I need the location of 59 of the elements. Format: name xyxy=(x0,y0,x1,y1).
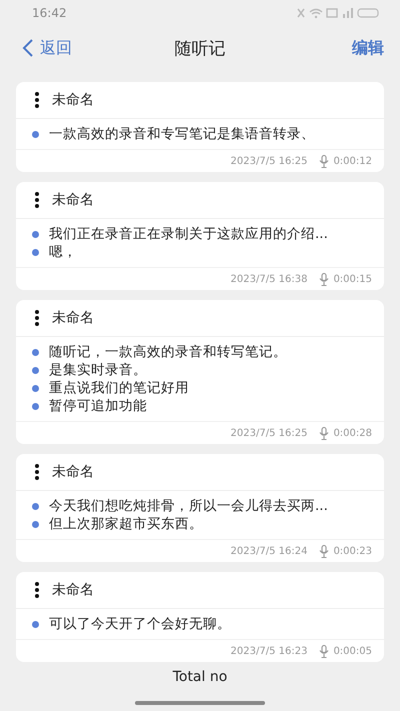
note-title: 未命名 xyxy=(52,91,94,109)
note-line: 嗯， xyxy=(49,243,77,261)
note-card[interactable]: 未命名 可以了今天开了个会好无聊。 2023/7/5 16:23 0:00:05 xyxy=(16,572,384,662)
edit-button[interactable]: 编辑 xyxy=(352,38,384,58)
note-card[interactable]: 未命名 今天我们想吃炖排骨，所以一会儿得去买两... 但上次那家超市买东西。 2023/7/5 16:24 0:00:23 xyxy=(16,454,384,562)
microphone-icon xyxy=(319,426,330,440)
note-title: 未命名 xyxy=(52,191,94,209)
note-line: 可以了今天开了个会好无聊。 xyxy=(49,615,231,633)
status-time: 16:42 xyxy=(32,6,67,20)
note-card[interactable]: 未命名 我们正在录音正在录制关于这款应用的介绍... 嗯， 2023/7/5 16:38 0:00:15 xyxy=(16,182,384,290)
microphone-icon xyxy=(319,272,330,286)
bullet-icon xyxy=(32,520,39,528)
total-notes-text: Total no xyxy=(172,669,228,687)
note-line: 但上次那家超市买东西。 xyxy=(49,515,203,533)
note-duration: 0:00:28 xyxy=(333,428,372,438)
note-line: 重点说我们的笔记好用 xyxy=(49,379,189,397)
microphone-icon xyxy=(319,644,330,658)
note-duration: 0:00:23 xyxy=(333,546,372,556)
note-line: 随听记，一款高效的录音和转写笔记。 xyxy=(49,343,287,361)
note-duration: 0:00:05 xyxy=(333,646,372,656)
more-icon[interactable] xyxy=(34,581,40,599)
more-icon[interactable] xyxy=(34,463,40,481)
note-date: 2023/7/5 16:23 xyxy=(230,646,308,656)
chevron-left-icon xyxy=(22,38,34,58)
battery-icon xyxy=(357,8,379,18)
note-date: 2023/7/5 16:25 xyxy=(230,156,308,166)
signal-icon xyxy=(343,8,353,18)
bullet-icon xyxy=(32,230,39,238)
bullet-icon xyxy=(32,502,39,510)
bullet-icon xyxy=(32,366,39,374)
microphone-icon xyxy=(319,544,330,558)
note-line: 一款高效的录音和专写笔记是集语音转录、 xyxy=(49,125,315,143)
bullet-icon xyxy=(32,348,39,356)
bullet-icon xyxy=(32,130,39,138)
bullet-icon xyxy=(32,384,39,392)
note-line: 我们正在录音正在录制关于这款应用的介绍... xyxy=(49,225,328,243)
more-icon[interactable] xyxy=(34,309,40,327)
note-card[interactable]: 未命名 随听记，一款高效的录音和转写笔记。 是集实时录音。 重点说我们的笔记好用 暂停可追加功能 2023/7/5 16:25 0:00:28 xyxy=(16,300,384,444)
note-title: 未命名 xyxy=(52,309,94,327)
microphone-icon xyxy=(319,154,330,168)
more-icon[interactable] xyxy=(34,191,40,209)
note-title: 未命名 xyxy=(52,463,94,481)
note-duration: 0:00:15 xyxy=(333,274,372,284)
more-icon[interactable] xyxy=(34,91,40,109)
bullet-icon xyxy=(32,248,39,256)
note-line: 今天我们想吃炖排骨，所以一会儿得去买两... xyxy=(49,497,328,515)
wifi-icon xyxy=(309,8,323,18)
note-date: 2023/7/5 16:24 xyxy=(230,546,308,556)
note-duration: 0:00:12 xyxy=(333,156,372,166)
note-card[interactable]: 未命名 一款高效的录音和专写笔记是集语音转录、 2023/7/5 16:25 0:00:12 xyxy=(16,82,384,172)
note-line: 暂停可追加功能 xyxy=(49,397,147,415)
back-button[interactable]: 返回 xyxy=(22,38,72,58)
note-line: 是集实时录音。 xyxy=(49,361,147,379)
bullet-icon xyxy=(32,620,39,628)
page-title: 随听记 xyxy=(174,38,226,60)
note-date: 2023/7/5 16:38 xyxy=(230,274,308,284)
bullet-icon xyxy=(32,402,39,410)
note-title: 未命名 xyxy=(52,581,94,599)
note-date: 2023/7/5 16:25 xyxy=(230,428,308,438)
